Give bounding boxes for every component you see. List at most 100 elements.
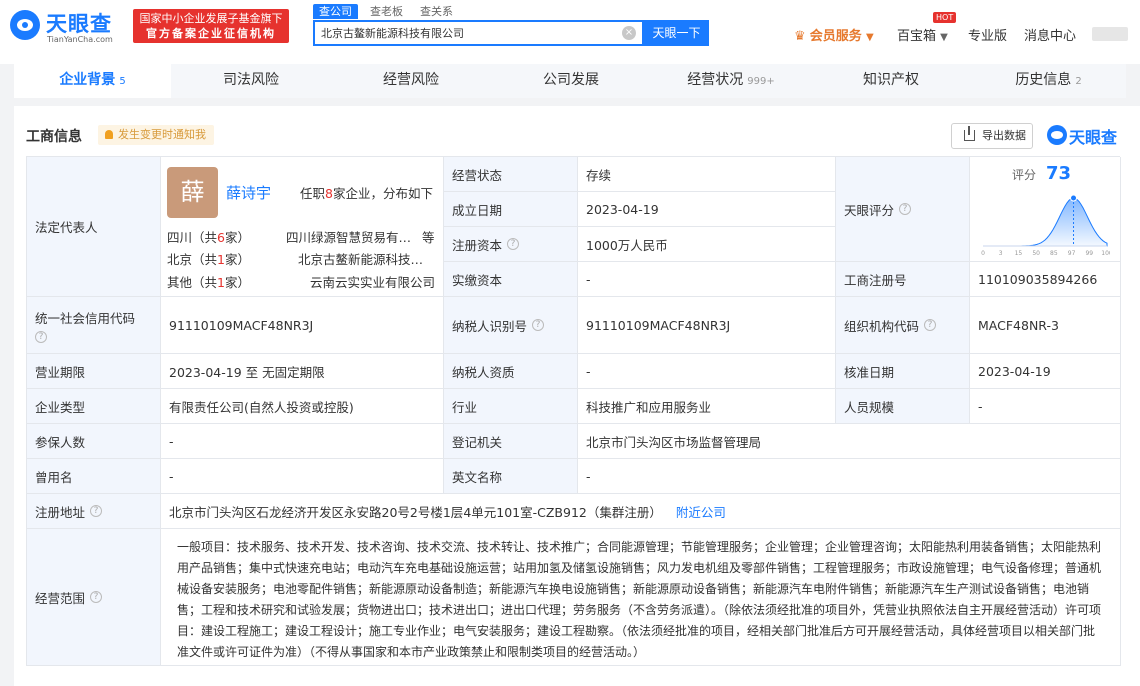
label-english-name: 英文名称 [444,459,578,494]
export-label: 导出数据 [982,129,1026,142]
baoxiang-label: 百宝箱 [897,29,937,44]
region-text: 家） [224,252,250,267]
score-tick-label: 85 [1050,250,1058,257]
label-text: 组织机构代码 [844,318,920,334]
region-text: （共 [192,275,218,290]
region-name: 北京 [167,252,193,267]
rep-region-sichuan[interactable]: 四川（共6家） [167,227,250,246]
region-text: 家） [224,230,250,245]
logo-text: 天眼查 [46,12,112,36]
value-authority: 北京市门头沟区市场监督管理局 [578,424,1121,459]
vip-label: 会员服务 [809,29,862,44]
label-reg-capital: 注册资本? [444,227,578,262]
vip-service-menu[interactable]: ♛ 会员服务 ▼ [794,25,874,44]
label-text: 纳税人识别号 [452,318,528,334]
desc-text: 家企业，分布如下 [332,186,433,201]
label-text: 英文名称 [452,469,503,485]
search-button[interactable]: 天眼一下 [644,20,709,46]
value-term: 2023-04-19 至 无固定期限 [161,354,444,389]
value-industry: 科技推广和应用服务业 [578,389,836,424]
help-icon[interactable]: ? [532,319,545,331]
value-address: 北京市门头沟区石龙经济开发区永安路20号2号楼1层4单元101室-CZB912（… [161,494,1121,529]
eye-logo-icon [10,10,40,40]
pro-link[interactable]: 专业版 [968,25,1007,44]
search-tab-relation[interactable]: 查关系 [414,4,459,19]
caret-down-icon: ▼ [940,32,948,43]
score-tick-label: 0 [981,250,985,257]
label-insured: 参保人数 [27,424,161,459]
brand-text: 天眼查 [1069,128,1118,147]
label-business-scope: 经营范围? [27,529,161,666]
value-tax-qualification: - [578,354,836,389]
export-data-button[interactable]: 导出数据 [951,123,1033,149]
tab-judicial-risk[interactable]: 司法风险 [171,64,331,98]
label-org-code: 组织机构代码? [836,297,970,354]
help-icon[interactable]: ? [90,505,103,517]
user-avatar[interactable] [1092,27,1128,41]
label-text: 登记机关 [452,434,503,450]
label-former-name: 曾用名 [27,459,161,494]
search-tab-company[interactable]: 查公司 [313,4,358,19]
nearby-companies-link[interactable]: 附近公司 [676,502,726,521]
search-tab-boss[interactable]: 查老板 [364,4,409,19]
company-name: 云南云实实业有限公司 [310,275,436,290]
score-value: 73 [1046,163,1072,184]
value-status: 存续 [578,157,836,192]
address-text: 北京市门头沟区石龙经济开发区永安路20号2号楼1层4单元101室-CZB912（… [169,504,662,520]
rep-region-beijing[interactable]: 北京（共1家） [167,249,250,268]
rep-company-link[interactable]: 北京古鳌新能源科技… [298,249,423,268]
tab-count: 2 [1075,76,1082,87]
value-tax-id: 91110109MACF48NR3J [578,297,836,354]
label-reg-number: 工商注册号 [836,262,970,297]
score-tick-label: 99 [1085,250,1093,257]
baoxiang-menu[interactable]: 百宝箱 ▼ [897,25,948,44]
rep-avatar[interactable]: 薛 [167,167,218,218]
tab-count: 5 [119,76,126,87]
search-input[interactable] [321,24,621,42]
business-scope-text: 一般项目：技术服务、技术开发、技术咨询、技术交流、技术转让、技术推广；合同能源管… [177,540,1102,659]
fund-banner[interactable]: 国家中小企业发展子基金旗下 官方备案企业征信机构 [133,9,289,43]
logo-subtext: TianYanCha.com [47,35,113,44]
value-paid-capital: - [578,262,836,297]
tab-company-background[interactable]: 企业背景 5 [14,64,171,98]
rep-name-link[interactable]: 薛诗宇 [226,182,271,203]
tab-label: 经营风险 [383,72,439,88]
value-staff-size: - [970,389,1121,424]
label-legal-rep: 法定代表人 [27,157,161,297]
label-text: 企业类型 [35,399,86,415]
value-reg-capital: 1000万人民币 [578,227,836,262]
logo[interactable]: 天眼查 TianYanCha.com [10,8,128,44]
tab-intellectual-property[interactable]: 知识产权 [811,64,971,98]
label-authority: 登记机关 [444,424,578,459]
help-icon[interactable]: ? [899,203,912,215]
label-tax-id: 纳税人识别号? [444,297,578,354]
eye-logo-icon [1047,125,1067,145]
tab-history-info[interactable]: 历史信息 2 [971,64,1126,98]
tab-operating-status[interactable]: 经营状况 999+ [651,64,811,98]
rep-company-link[interactable]: 云南云实实业有限公司 [310,272,435,291]
score-title: 评分 [1012,168,1037,182]
rep-region-other[interactable]: 其他（共1家） [167,272,250,291]
label-credit-code: 统一社会信用代码? [27,297,161,354]
value-former-name: - [161,459,444,494]
message-center-link[interactable]: 消息中心 [1024,25,1076,44]
help-icon[interactable]: ? [90,591,103,603]
rep-company-link[interactable]: 四川绿源智慧贸易有… [286,227,411,246]
label-text: 人员规模 [844,399,895,415]
help-icon[interactable]: ? [507,238,520,250]
score-tick-label: 100 [1101,250,1110,257]
help-icon[interactable]: ? [924,319,937,331]
help-icon[interactable]: ? [35,330,47,343]
value-credit-code: 91110109MACF48NR3J [161,297,444,354]
value-business-scope: 一般项目：技术服务、技术开发、技术咨询、技术交流、技术转让、技术推广；合同能源管… [161,529,1121,666]
company-name: 四川绿源智慧贸易有… [286,230,412,245]
tab-operating-risk[interactable]: 经营风险 [331,64,491,98]
label-approve-date: 核准日期 [836,354,970,389]
tab-company-development[interactable]: 公司发展 [491,64,651,98]
label-tax-qualification: 纳税人资质 [444,354,578,389]
label-text: 营业期限 [35,364,86,380]
label-text: 参保人数 [35,434,86,450]
change-notify-button[interactable]: 发生变更时通知我 [98,125,214,145]
clear-icon[interactable]: × [622,26,636,40]
download-icon [964,126,975,141]
